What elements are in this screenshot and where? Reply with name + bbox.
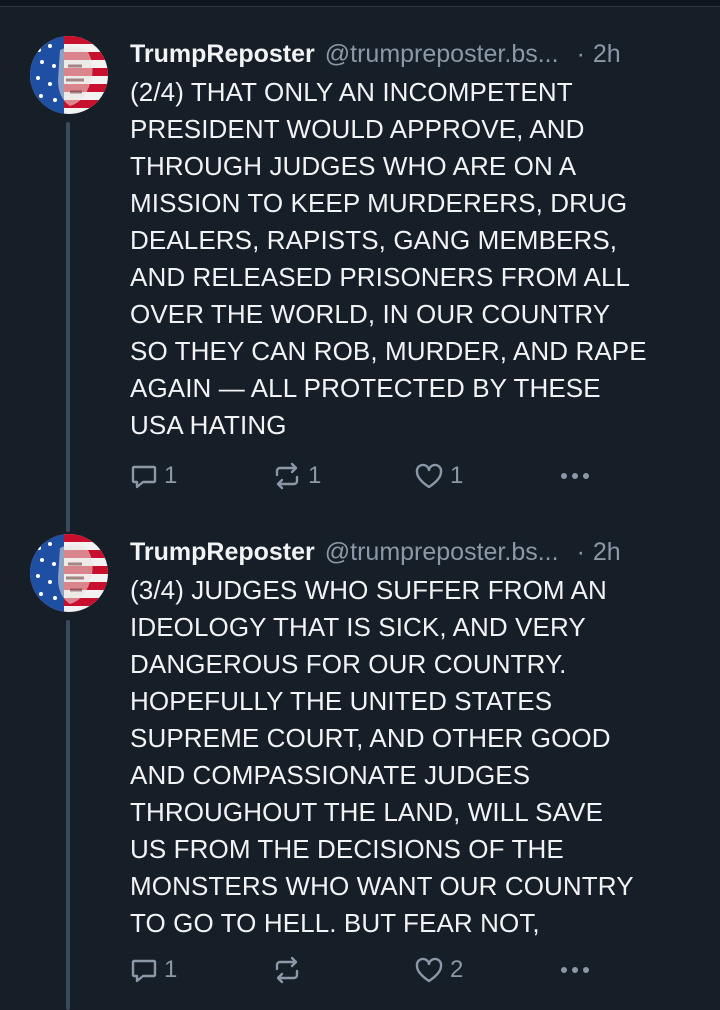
repost-icon [272,462,302,490]
reply-button[interactable]: 1 [130,952,177,988]
separator-dot: · [576,538,585,566]
reply-count: 1 [164,956,178,983]
repost-button[interactable]: 1 [272,458,321,494]
post-actions: 1 1 1 [130,458,600,494]
repost-button[interactable] [272,952,308,988]
author-display-name[interactable]: TrumpReposter [130,536,315,568]
separator-dot: · [576,40,585,68]
heart-icon [414,462,444,490]
more-options-button[interactable] [558,458,592,494]
post-timestamp[interactable]: 2h [593,38,621,70]
reply-icon [130,956,158,984]
like-count: 2 [450,956,464,983]
more-horizontal-icon [558,956,592,984]
heart-icon [414,956,444,984]
more-horizontal-icon [558,462,592,490]
like-button[interactable]: 1 [414,458,463,494]
avatar[interactable] [30,36,108,114]
post-text: (2/4) THAT ONLY AN INCOMPETENT PRESIDENT… [130,77,647,440]
thread-line [66,122,70,532]
reply-button[interactable]: 1 [130,458,177,494]
reply-icon [130,462,158,490]
repost-count: 1 [308,462,322,489]
reply-count: 1 [164,462,178,489]
like-button[interactable]: 2 [414,952,463,988]
avatar[interactable] [30,534,108,612]
thread-line [66,620,70,1010]
more-options-button[interactable] [558,952,592,988]
repost-icon [272,956,302,984]
author-handle[interactable]: @trumpreposter.bs... [325,536,559,568]
post-timestamp[interactable]: 2h [593,536,621,568]
author-display-name[interactable]: TrumpReposter [130,38,315,70]
post-actions: 1 2 [130,952,600,988]
author-handle[interactable]: @trumpreposter.bs... [325,38,559,70]
post-header: TrumpReposter @trumpreposter.bs... · 2h [130,536,700,568]
top-divider [0,0,720,7]
post-text: (3/4) JUDGES WHO SUFFER FROM AN IDEOLOGY… [130,575,634,938]
post-content: TrumpReposter @trumpreposter.bs... · 2h … [130,38,700,444]
post-header: TrumpReposter @trumpreposter.bs... · 2h [130,38,700,70]
post-content: TrumpReposter @trumpreposter.bs... · 2h … [130,536,700,942]
like-count: 1 [450,462,464,489]
